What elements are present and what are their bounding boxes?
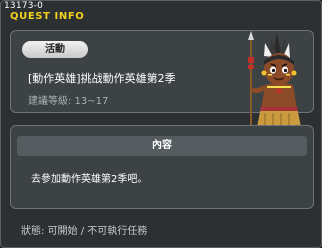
- category-badge: 活動: [22, 41, 88, 58]
- content-text: 去參加動作英雄第2季吧。: [31, 174, 148, 185]
- quest-content-panel: 內容 去參加動作英雄第2季吧。: [10, 125, 314, 209]
- recommended-level: 建議等級: 13~17: [28, 96, 109, 107]
- quest-info-window: 13173-0 QUEST INFO 活動 [動作英雄]挑战動作英雄第2季 建議…: [0, 0, 322, 248]
- window-title: QUEST INFO: [10, 11, 85, 22]
- quest-name: [動作英雄]挑战動作英雄第2季: [28, 72, 176, 85]
- npc-portrait-icon: [248, 31, 301, 135]
- quest-summary-panel: 活動 [動作英雄]挑战動作英雄第2季 建議等級: 13~17: [10, 30, 314, 135]
- quest-status: 狀態: 可開始 / 不可執行任務: [21, 226, 148, 237]
- quest-id: 13173-0: [4, 1, 44, 11]
- content-header: 內容: [17, 136, 307, 156]
